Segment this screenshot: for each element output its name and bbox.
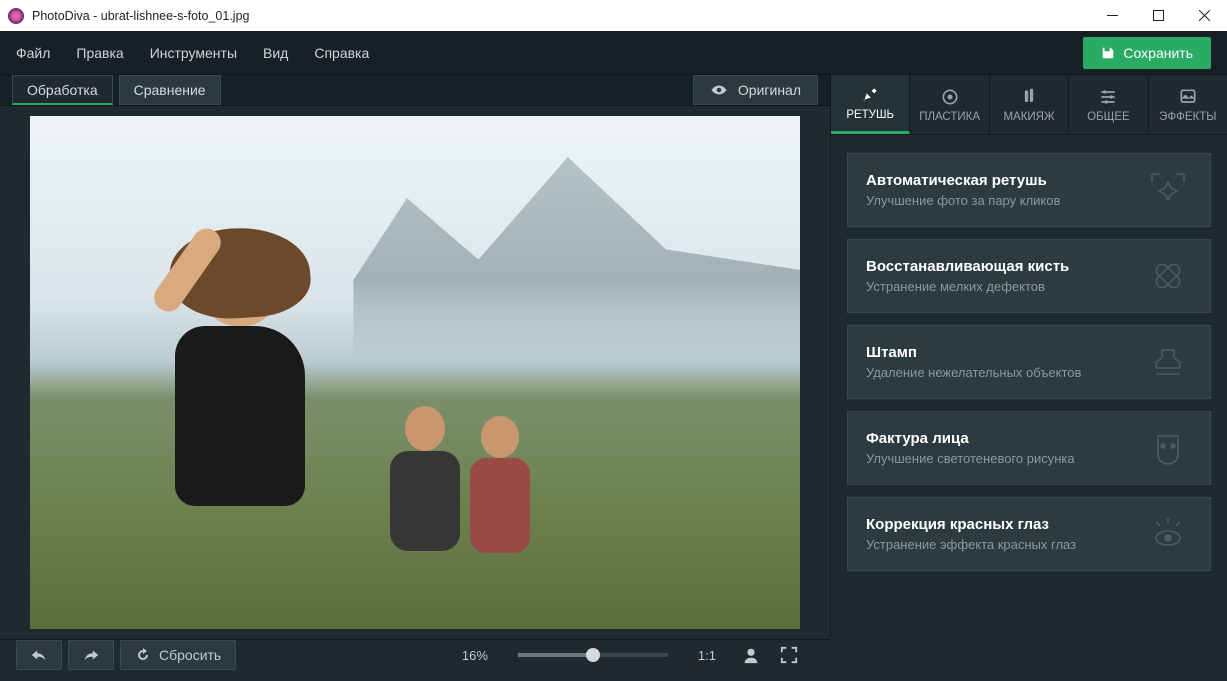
eye-icon (710, 84, 728, 96)
eye-rays-icon (1144, 512, 1192, 556)
sliders-icon (1098, 87, 1118, 107)
menu-edit[interactable]: Правка (76, 45, 123, 61)
save-button[interactable]: Сохранить (1083, 37, 1211, 69)
photo-preview (30, 116, 800, 629)
menubar: Файл Правка Инструменты Вид Справка Сохр… (0, 31, 1227, 75)
face-select-button[interactable] (738, 642, 764, 668)
sidetab-plastic[interactable]: ПЛАСТИКА (910, 75, 989, 134)
zoom-slider[interactable] (518, 653, 668, 657)
titlebar: PhotoDiva - ubrat-lishnee-s-foto_01.jpg (0, 0, 1227, 31)
zoom-1to1-button[interactable]: 1:1 (698, 648, 716, 663)
card-healing-brush[interactable]: Восстанавливающая кистьУстранение мелких… (847, 239, 1211, 313)
menu-tools[interactable]: Инструменты (150, 45, 237, 61)
center-panel: Обработка Сравнение Оригинал Сбросить (0, 75, 830, 637)
bandage-icon (1144, 254, 1192, 298)
menu-file[interactable]: Файл (16, 45, 50, 61)
reset-button[interactable]: Сбросить (120, 640, 236, 670)
makeup-icon (1019, 87, 1039, 107)
sidetab-retouch[interactable]: РЕТУШЬ (831, 75, 910, 134)
effects-icon (1178, 87, 1198, 107)
zoom-slider-thumb[interactable] (586, 648, 600, 662)
sidetab-general[interactable]: ОБЩЕЕ (1069, 75, 1148, 134)
tab-processing[interactable]: Обработка (12, 75, 113, 105)
redo-button[interactable] (68, 640, 114, 670)
card-red-eye[interactable]: Коррекция красных глазУстранение эффекта… (847, 497, 1211, 571)
canvas-area[interactable] (0, 106, 830, 639)
tool-cards: Автоматическая ретушьУлучшение фото за п… (831, 135, 1227, 589)
plastic-icon (940, 87, 960, 107)
side-panel: РЕТУШЬ ПЛАСТИКА МАКИЯЖ ОБЩЕЕ ЭФФЕКТЫ Авт… (830, 75, 1227, 637)
window-title: PhotoDiva - ubrat-lishnee-s-foto_01.jpg (32, 9, 1089, 23)
save-icon (1101, 46, 1115, 60)
sidetab-effects[interactable]: ЭФФЕКТЫ (1149, 75, 1227, 134)
workspace: Обработка Сравнение Оригинал Сбросить (0, 75, 1227, 637)
side-tabs: РЕТУШЬ ПЛАСТИКА МАКИЯЖ ОБЩЕЕ ЭФФЕКТЫ (831, 75, 1227, 135)
save-button-label: Сохранить (1123, 45, 1193, 61)
face-mask-icon (1144, 426, 1192, 470)
close-button[interactable] (1181, 0, 1227, 31)
reset-icon (135, 647, 151, 663)
card-face-texture[interactable]: Фактура лицаУлучшение светотеневого рису… (847, 411, 1211, 485)
tab-compare[interactable]: Сравнение (119, 75, 221, 105)
card-stamp[interactable]: ШтампУдаление нежелательных объектов (847, 325, 1211, 399)
zoom-percentage: 16% (462, 648, 488, 663)
fullscreen-button[interactable] (776, 642, 802, 668)
minimize-button[interactable] (1089, 0, 1135, 31)
bottom-toolbar: Сбросить 16% 1:1 (0, 639, 830, 670)
sparkle-icon (1144, 168, 1192, 212)
original-toggle-button[interactable]: Оригинал (693, 75, 818, 105)
sidetab-makeup[interactable]: МАКИЯЖ (990, 75, 1069, 134)
stamp-icon (1144, 340, 1192, 384)
menu-help[interactable]: Справка (314, 45, 369, 61)
card-auto-retouch[interactable]: Автоматическая ретушьУлучшение фото за п… (847, 153, 1211, 227)
view-tabs-bar: Обработка Сравнение Оригинал (0, 75, 830, 106)
maximize-button[interactable] (1135, 0, 1181, 31)
undo-button[interactable] (16, 640, 62, 670)
menu-view[interactable]: Вид (263, 45, 288, 61)
retouch-icon (860, 85, 880, 105)
app-logo-icon (8, 8, 24, 24)
